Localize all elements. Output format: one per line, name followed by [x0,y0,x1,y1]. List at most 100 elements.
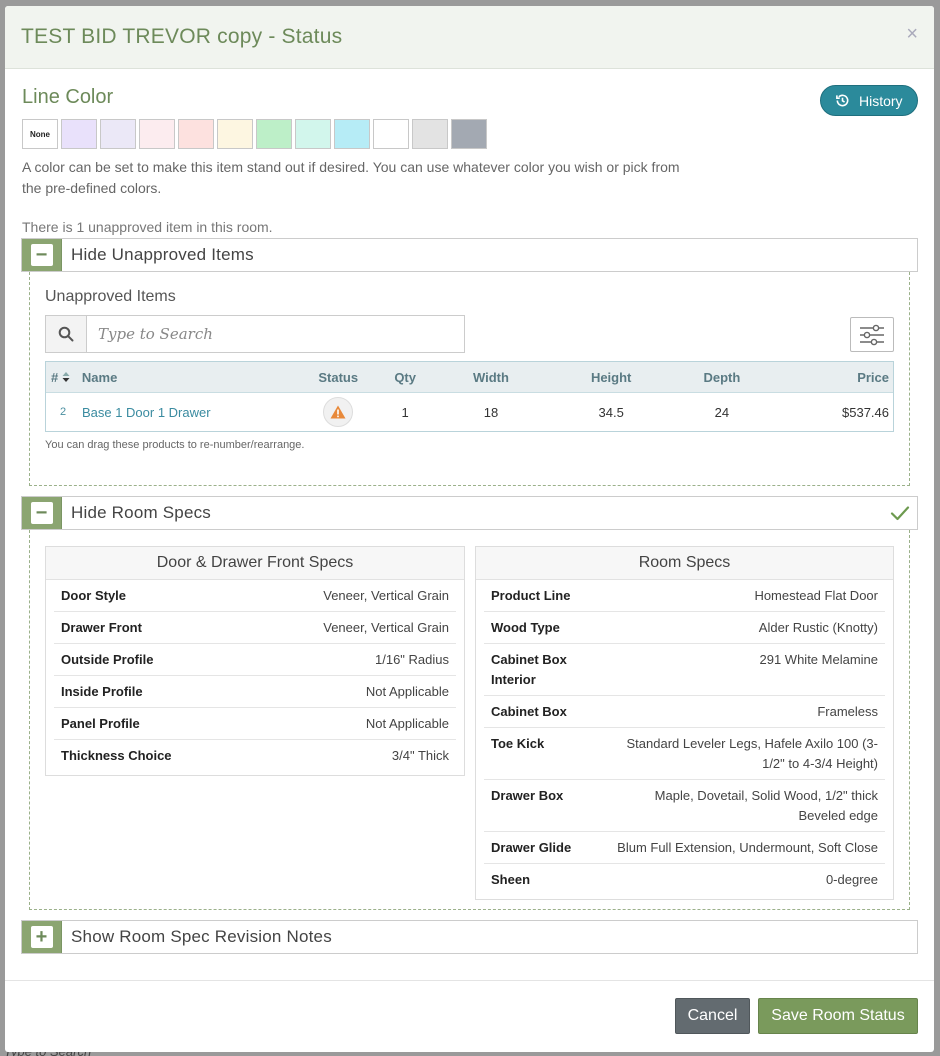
door-specs-title: Door & Drawer Front Specs [46,547,464,580]
collapse-toggle[interactable]: − [22,239,62,271]
close-icon[interactable]: × [906,24,918,44]
table-header: # Name Status Qty Width Height Depth Pri… [46,362,893,393]
history-label: History [859,92,903,109]
column-name[interactable]: Name [82,370,318,385]
column-height[interactable]: Height [551,370,672,385]
color-swatch[interactable] [217,119,253,149]
column-width[interactable]: Width [431,370,551,385]
column-depth[interactable]: Depth [672,370,773,385]
spec-row: Wood Type Alder Rustic (Knotty) [484,612,885,644]
spec-row: Door Style Veneer, Vertical Grain [54,580,456,612]
section-label: Show Room Spec Revision Notes [71,927,332,946]
section-label: Hide Room Specs [71,503,212,522]
color-help-text: A color can be set to make this item sta… [22,159,680,196]
sliders-icon [860,324,884,345]
spec-value: 0-degree [825,872,878,887]
minus-icon: − [30,502,53,524]
spec-key: Drawer Box [491,788,564,803]
hide-room-specs-toggle[interactable]: − Hide Room Specs [21,496,918,530]
minus-icon: − [30,244,53,266]
spec-key: Product Line [491,588,571,603]
row-price: $537.46 [842,404,889,420]
expand-toggle[interactable]: + [22,921,62,953]
spec-value: Not Applicable [365,684,449,699]
spec-key: Door Style [61,588,127,603]
spec-key: Panel Profile [61,716,140,731]
cancel-button[interactable]: Cancel [675,998,750,1034]
spec-row: Cabinet Box Frameless [484,696,885,728]
door-drawer-specs-card: Door & Drawer Front Specs Door Style Vene… [45,546,465,776]
check-icon [890,506,910,521]
spec-key: Toe Kick [491,736,545,751]
spec-key: Inside Profile [61,684,143,699]
color-swatch[interactable] [139,119,175,149]
table-row[interactable]: 2 Base 1 Door 1 Drawer 1 18 34.5 24 $537… [46,393,893,431]
spec-key: Drawer Front [61,620,142,635]
spec-row: Product Line Homestead Flat Door [484,580,885,612]
color-swatch[interactable] [412,119,448,149]
footer-divider [5,980,934,981]
spec-row: Panel Profile Not Applicable [54,708,456,740]
spec-value: Homestead Flat Door [754,588,878,603]
door-specs-list: Door Style Veneer, Vertical Grain Drawer F… [46,580,464,775]
history-button[interactable]: History [820,85,918,116]
history-icon [836,94,849,107]
column-num[interactable]: # [46,370,82,385]
spec-key: Sheen [491,872,531,887]
spec-value: Blum Full Extension, Undermount, Soft Cl… [617,840,878,855]
hide-unapproved-items-toggle[interactable]: − Hide Unapproved Items [21,238,918,272]
spec-value: Maple, Dovetail, Solid Wood, 1/2" thick … [654,788,878,823]
spec-row: Drawer Box Maple, Dovetail, Solid Wood, 1… [484,780,885,832]
room-specs-title: Room Specs [476,547,893,580]
unapproved-items-table: # Name Status Qty Width Height Depth Pri… [45,361,894,432]
color-swatch[interactable] [373,119,409,149]
spec-key: Cabinet Box [491,704,567,719]
color-swatch[interactable] [61,119,97,149]
product-name-link[interactable]: Base 1 Door 1 Drawer [82,405,211,420]
spec-row: Drawer Front Veneer, Vertical Grain [54,612,456,644]
search-icon[interactable] [46,316,87,352]
spec-value: Frameless [817,704,878,719]
color-swatch[interactable] [178,119,214,149]
search-input[interactable] [87,316,464,352]
show-revision-notes-toggle[interactable]: + Show Room Spec Revision Notes [21,920,918,954]
row-height: 34.5 [598,404,624,420]
column-status[interactable]: Status [318,370,379,385]
unapproved-count-note: There is 1 unapproved item in this room. [22,219,273,235]
column-settings-button[interactable] [850,317,894,352]
line-color-title: Line Color [22,86,114,108]
spec-value: 291 White Melamine [759,652,879,667]
room-specs-list: Product Line Homestead Flat Door Wood Type… [476,580,893,899]
color-swatch[interactable] [451,119,487,149]
warning-icon[interactable] [323,397,354,427]
color-swatch[interactable] [295,119,331,149]
sort-icon [62,372,70,382]
column-price[interactable]: Price [772,370,893,385]
color-swatch[interactable] [256,119,292,149]
color-swatches: None [22,119,487,149]
unapproved-items-title: Unapproved Items [45,288,176,305]
spec-key: Wood Type [491,620,560,635]
spec-row: Sheen 0-degree [484,864,885,895]
room-status-modal: TEST BID TREVOR copy - Status × Line Col… [5,6,934,1052]
spec-value: 1/16" Radius [375,652,449,667]
spec-value: 3/4" Thick [391,748,449,763]
row-number: 2 [60,406,67,418]
spec-value: Veneer, Vertical Grain [323,588,449,603]
row-depth: 24 [714,404,730,420]
spec-value: Not Applicable [365,716,449,731]
color-swatch[interactable] [334,119,370,149]
collapse-toggle[interactable]: − [22,497,62,529]
drag-note: You can drag these products to re-number… [45,439,305,451]
row-qty: 1 [401,404,409,420]
spec-row: Cabinet Box Interior 291 White Melamine [484,644,885,696]
save-room-status-button[interactable]: Save Room Status [758,998,918,1034]
swatch-none[interactable]: None [22,119,58,149]
spec-key: Cabinet Box Interior [491,652,567,687]
spec-row: Toe Kick Standard Leveler Legs, Hafele Ax… [484,728,885,780]
column-qty[interactable]: Qty [379,370,431,385]
plus-icon: + [30,926,53,948]
spec-row: Outside Profile 1/16" Radius [54,644,456,676]
color-swatch[interactable] [100,119,136,149]
spec-value: Veneer, Vertical Grain [323,620,449,635]
